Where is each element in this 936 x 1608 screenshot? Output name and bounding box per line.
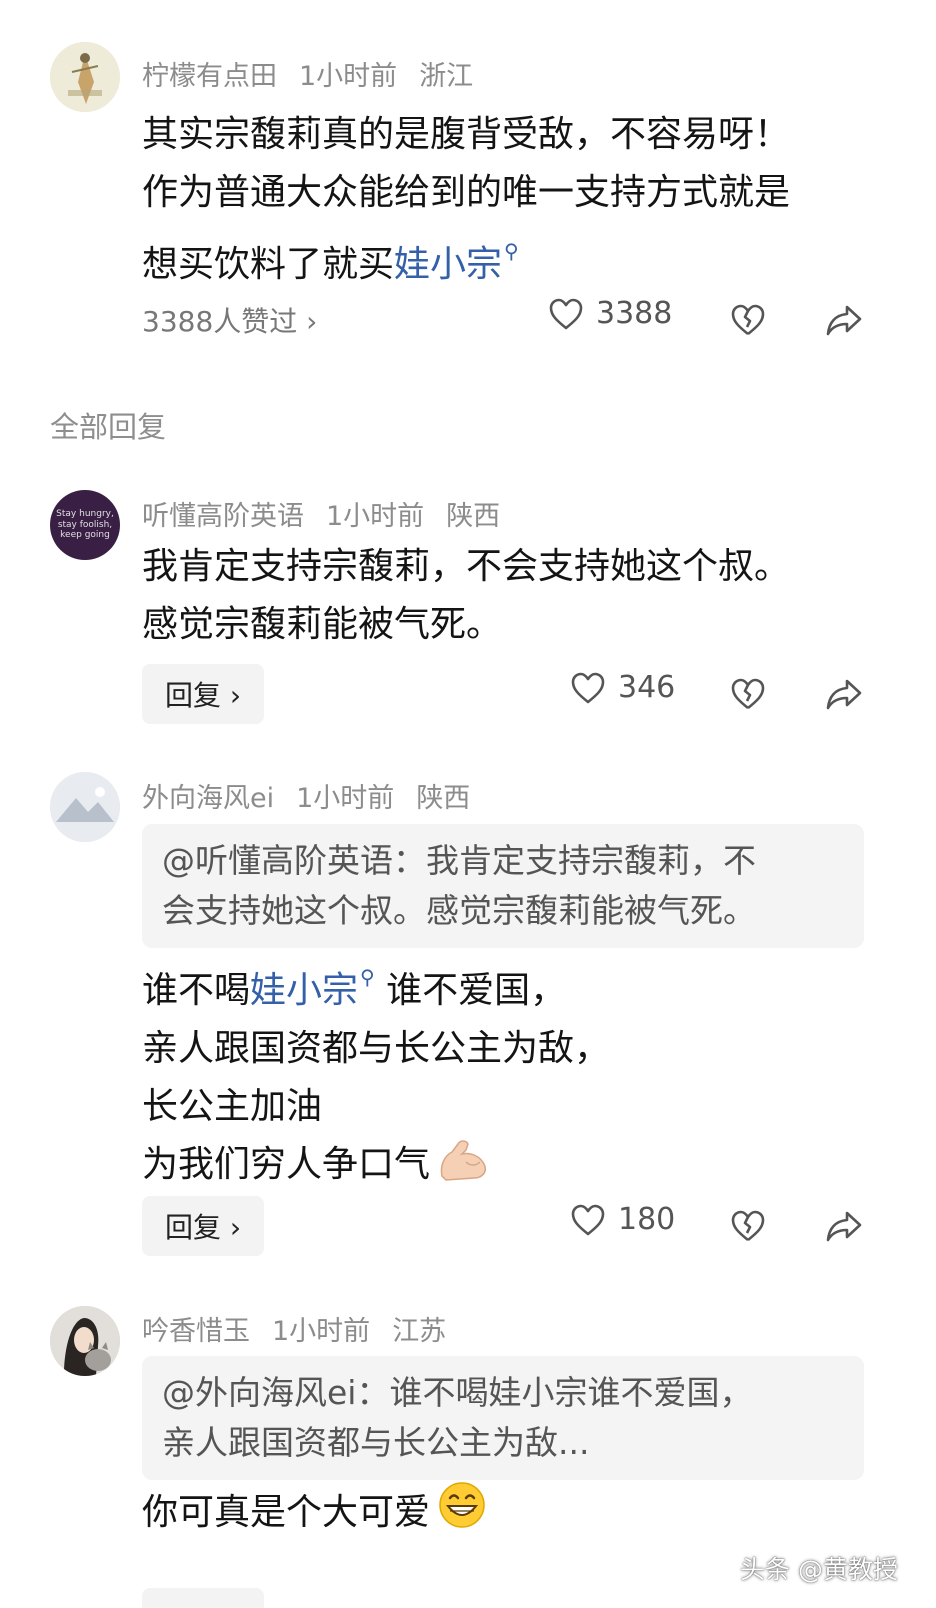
comment-line: 你可真是个大可爱 (142, 1480, 870, 1548)
search-link[interactable]: 娃小宗 (394, 244, 502, 285)
section-title: 全部回复 (50, 410, 167, 444)
comment-line: 作为普通大众能给到的唯一支持方式就是 (142, 172, 791, 213)
person-with-cat-avatar-icon (50, 1306, 120, 1376)
like-count: 180 (618, 1202, 676, 1237)
dislike-button[interactable] (726, 672, 770, 716)
comment-line-prefix: 谁不喝 (142, 970, 251, 1011)
quote-line: @听懂高阶英语：我肯定支持宗馥莉，不 (162, 841, 756, 880)
likes-summary-link[interactable]: 3388人赞过 › (142, 300, 317, 340)
avatar[interactable] (50, 42, 120, 112)
search-link[interactable]: 娃小宗 (250, 970, 358, 1011)
comment-line-text: 为我们穷人争口气 (142, 1144, 431, 1185)
quote-line: 会支持她这个叔。感觉宗馥莉能被气死。 (162, 891, 756, 930)
share-arrow-icon (826, 305, 862, 336)
avatar[interactable] (50, 772, 120, 842)
action-row: 回复 › 180 (0, 1196, 936, 1256)
avatar[interactable] (50, 1306, 120, 1376)
comment-line: 我肯定支持宗馥莉，不会支持她这个叔。 (142, 546, 791, 587)
share-button[interactable] (822, 1204, 866, 1248)
comment-line-prefix: 想买饮料了就买 (142, 244, 395, 285)
reply-button[interactable]: 回复 › (142, 1196, 264, 1256)
comment-line-suffix: 谁不爱国， (374, 970, 567, 1011)
reply-button[interactable]: 回复 › (142, 664, 264, 724)
share-arrow-icon (826, 1211, 862, 1242)
username[interactable]: 听懂高阶英语 (142, 501, 304, 532)
comment-text: 其实宗馥莉真的是腹背受敌，不容易呀！ 作为普通大众能给到的唯一支持方式就是 想买… (142, 106, 870, 294)
quote-line: @外向海风ei：谁不喝娃小宗谁不爱国， (162, 1373, 753, 1412)
avatar-caption: Stay hungry, stay foolish, keep going (56, 508, 114, 541)
action-row: 回复 › 346 (0, 664, 936, 724)
username[interactable]: 柠檬有点田 (142, 61, 277, 92)
quoted-reply[interactable]: @外向海风ei：谁不喝娃小宗谁不爱国， 亲人跟国资都与长公主为敌... (142, 1356, 864, 1480)
watermark: 头条 @黄教授 (740, 1555, 898, 1584)
broken-heart-icon (731, 1210, 765, 1242)
comment-meta: 吟香惜玉 1小时前 江苏 (142, 1309, 468, 1348)
like-count: 3388 (596, 296, 673, 331)
avatar[interactable]: Stay hungry, stay foolish, keep going (50, 490, 120, 560)
grinning-face-icon (439, 1482, 485, 1528)
search-icon[interactable]: ⚲ (504, 239, 519, 263)
comment-line: 谁不喝娃小宗 ⚲ 谁不爱国， (142, 948, 870, 1020)
username[interactable]: 外向海风ei (142, 783, 274, 814)
comment-text: 谁不喝娃小宗 ⚲ 谁不爱国， 亲人跟国资都与长公主为敌， 长公主加油 为我们穷人争… (142, 948, 870, 1200)
mountain-avatar-icon (50, 772, 120, 842)
share-button[interactable] (822, 672, 866, 716)
search-icon[interactable]: ⚲ (360, 965, 375, 989)
comment-meta: 听懂高阶英语 1小时前 陕西 (142, 494, 522, 533)
like-button[interactable]: 180 (570, 1202, 675, 1237)
broken-heart-icon (731, 678, 765, 710)
comment-text: 我肯定支持宗馥莉，不会支持她这个叔。 感觉宗馥莉能被气死。 (142, 538, 870, 654)
timestamp: 1小时前 (326, 501, 425, 532)
comment-line-text: 你可真是个大可爱 (142, 1492, 431, 1533)
broken-heart-icon (731, 304, 765, 336)
like-count: 346 (618, 670, 676, 705)
comment-meta: 外向海风ei 1小时前 陕西 (142, 776, 492, 815)
location: 浙江 (419, 61, 474, 92)
action-row: 3388人赞过 › 3388 (0, 290, 936, 350)
reply-button[interactable] (142, 1588, 264, 1608)
comment-meta: 柠檬有点田 1小时前 浙江 (142, 54, 495, 93)
timestamp: 1小时前 (272, 1316, 371, 1347)
comment-line: 为我们穷人争口气 (142, 1136, 870, 1200)
like-button[interactable]: 3388 (548, 296, 672, 331)
location: 陕西 (416, 783, 471, 814)
username[interactable]: 吟香惜玉 (142, 1316, 250, 1347)
comment-line: 想买饮料了就买娃小宗 ⚲ (142, 222, 870, 294)
comment-line: 感觉宗馥莉能被气死。 (142, 604, 503, 645)
comment-line: 长公主加油 (142, 1086, 323, 1127)
dislike-button[interactable] (726, 1204, 770, 1248)
grinning-emoji (436, 1480, 488, 1548)
heart-icon (571, 672, 605, 703)
comment-text: 你可真是个大可爱 (142, 1480, 870, 1548)
quote-line: 亲人跟国资都与长公主为敌... (162, 1423, 590, 1462)
share-button[interactable] (822, 298, 866, 342)
heart-icon (549, 298, 583, 329)
location: 陕西 (446, 501, 501, 532)
like-button[interactable]: 346 (570, 670, 675, 705)
flexed-biceps-emoji (436, 1136, 490, 1200)
avatar-illustration-icon (50, 42, 120, 112)
share-arrow-icon (826, 679, 862, 710)
dislike-button[interactable] (726, 298, 770, 342)
comment-line: 其实宗馥莉真的是腹背受敌，不容易呀！ (142, 114, 791, 155)
heart-icon (571, 1204, 605, 1235)
biceps-icon (440, 1140, 487, 1181)
timestamp: 1小时前 (296, 783, 395, 814)
comment-line: 亲人跟国资都与长公主为敌， (142, 1028, 611, 1069)
location: 江苏 (392, 1316, 447, 1347)
timestamp: 1小时前 (299, 61, 398, 92)
quoted-reply[interactable]: @听懂高阶英语：我肯定支持宗馥莉，不 会支持她这个叔。感觉宗馥莉能被气死。 (142, 824, 864, 948)
